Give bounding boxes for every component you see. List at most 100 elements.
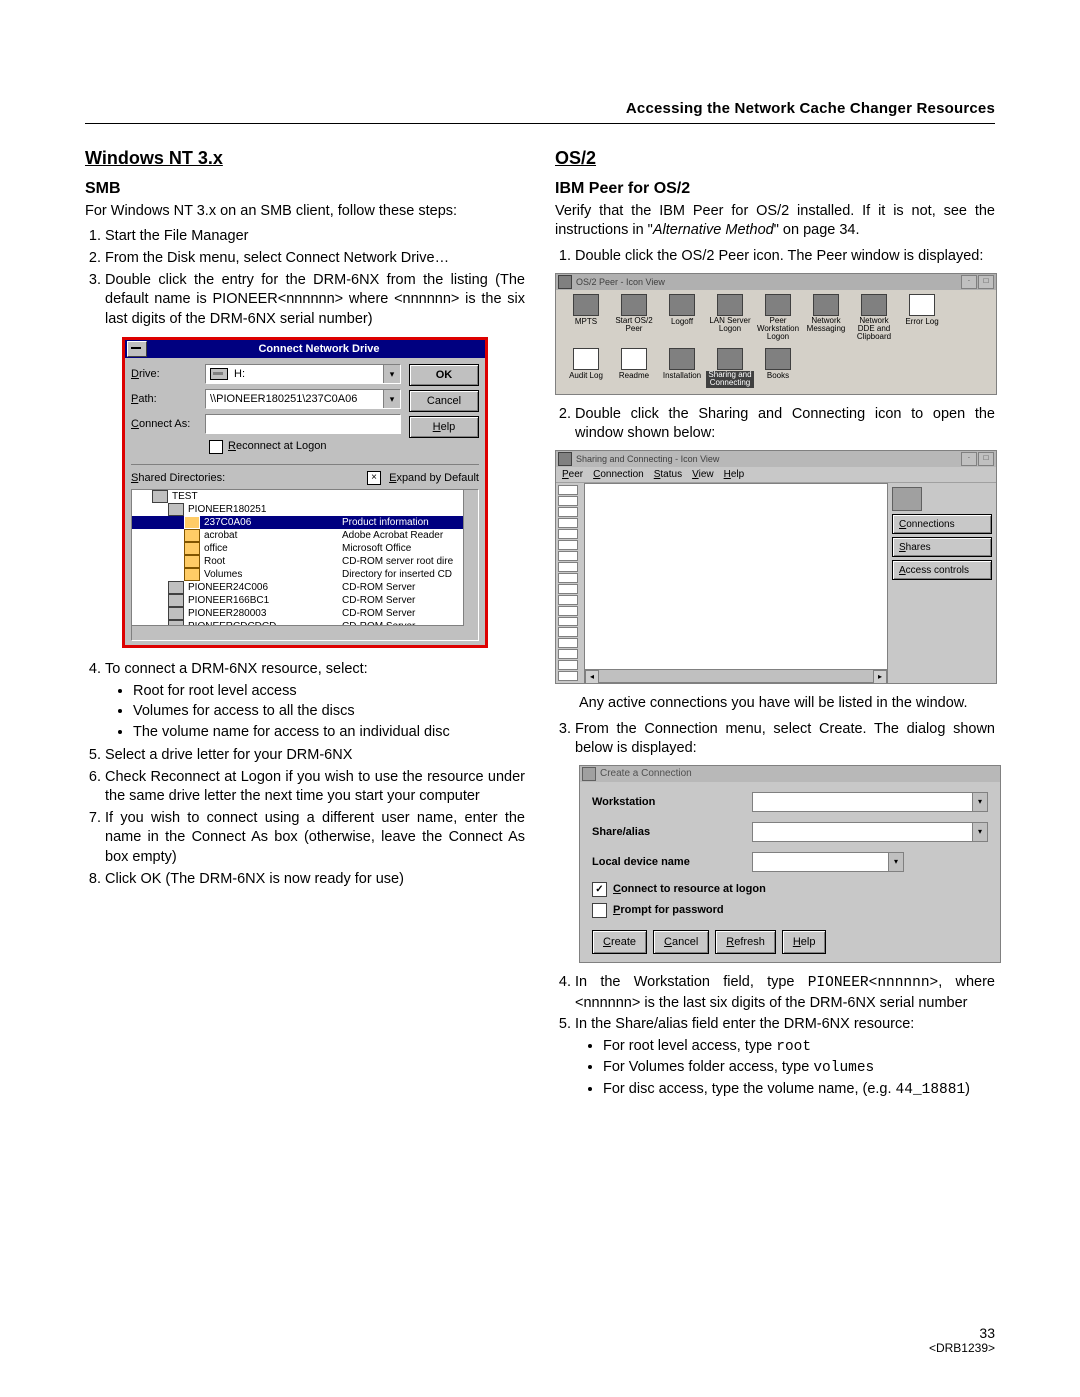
smb-intro: For Windows NT 3.x on an SMB client, fol… [85,202,525,222]
expand-default[interactable]: × Expand by Default [367,471,479,486]
drive-field[interactable]: H: [205,364,401,384]
peer-icon-network-dde-and-clipboard[interactable]: Network DDE and Clipboard [850,294,898,342]
path-field[interactable]: \\PIONEER180251\237C0A06 [205,389,401,409]
connect-at-logon-checkbox[interactable]: ✓ [592,882,607,897]
create-button[interactable]: Create [592,930,647,954]
panel-icon [892,487,922,511]
folder-icon [184,568,200,581]
list-item[interactable]: 237C0A06Product information [132,516,478,529]
system-menu-icon[interactable] [127,341,147,357]
help-button[interactable]: Help [782,930,827,954]
peer-icon-books[interactable]: Books [754,348,802,388]
chevron-down-icon[interactable]: ▾ [972,823,987,841]
scrollbar-vertical[interactable] [463,490,478,640]
refresh-button[interactable]: Refresh [715,930,776,954]
list-item[interactable]: VolumesDirectory for inserted CD [132,568,478,581]
workstation-field[interactable]: ▾ [752,792,988,812]
list-item[interactable]: RootCD-ROM server root dire [132,555,478,568]
peer-icon-network-messaging[interactable]: Network Messaging [802,294,850,342]
chevron-down-icon[interactable]: ▾ [888,853,903,871]
step-7: If you wish to connect using a different… [105,809,525,868]
ok-button[interactable]: OK [409,364,479,386]
cancel-button[interactable]: Cancel [653,930,709,954]
sharing-main-area[interactable]: ◂ ▸ [584,483,888,683]
maximize-icon[interactable]: □ [978,452,994,466]
scroll-left-icon[interactable]: ◂ [585,670,599,684]
list-item[interactable]: PIONEER280003CD-ROM Server [132,607,478,620]
minimize-icon[interactable]: · [961,275,977,289]
step-3: Double click the entry for the DRM-6NX f… [105,271,525,330]
maximize-icon[interactable]: □ [978,275,994,289]
minimize-icon[interactable]: · [961,452,977,466]
peer-icon-readme[interactable]: Readme [610,348,658,388]
window-icon[interactable] [558,275,572,289]
local-device-field[interactable]: ▾ [752,852,904,872]
peer-icon-audit-log[interactable]: Audit Log [562,348,610,388]
chevron-down-icon[interactable]: ▾ [972,793,987,811]
shared-directories-list[interactable]: TESTPIONEER180251237C0A06Product informa… [131,489,479,641]
chevron-down-icon[interactable] [383,390,400,408]
step-4: To connect a DRM-6NX resource, select: R… [105,660,525,742]
after-sharing-text: Any active connections you have will be … [579,694,995,714]
running-header: Accessing the Network Cache Changer Reso… [85,100,995,124]
peer-icon-peer-workstation-logon[interactable]: Peer Workstation Logon [754,294,802,342]
list-item[interactable]: PIONEER180251 [132,503,478,516]
folder-icon [184,542,200,555]
step-6: Check Reconnect at Logon if you wish to … [105,768,525,807]
peer-icon-mpts[interactable]: MPTS [562,294,610,342]
prompt-password-checkbox[interactable] [592,903,607,918]
peer-icon-logoff[interactable]: Logoff [658,294,706,342]
os2-step-1: Double click the OS/2 Peer icon. The Pee… [575,247,995,267]
menu-peer[interactable]: Peer [562,468,583,482]
document-icon [558,551,578,561]
list-item[interactable]: PIONEER24C006CD-ROM Server [132,581,478,594]
cancel-button[interactable]: Cancel [409,390,479,412]
bullet: Volumes for access to all the discs [133,702,525,722]
scrollbar-horizontal[interactable] [132,625,464,640]
help-button[interactable]: Help [409,416,479,438]
menu-help[interactable]: Help [724,468,745,482]
item-desc: CD-ROM Server [342,607,478,621]
menu-status[interactable]: Status [654,468,682,482]
document-icon [558,606,578,616]
peer-icon-error-log[interactable]: Error Log [898,294,946,342]
os2-steps-4: In the Workstation field, type PIONEER<n… [555,973,995,1100]
document-icon [558,671,578,681]
connect-as-field[interactable] [205,414,401,434]
left-column: Windows NT 3.x SMB For Windows NT 3.x on… [85,146,525,1106]
heading-smb: SMB [85,178,525,200]
list-item[interactable]: officeMicrosoft Office [132,542,478,555]
document-icon [558,485,578,495]
menu-view[interactable]: View [692,468,714,482]
scroll-right-icon[interactable]: ▸ [873,670,887,684]
peer-icon-installation[interactable]: Installation [658,348,706,388]
window-icon[interactable] [582,767,596,781]
document-icon [558,627,578,637]
peer-icon-start-os-2-peer[interactable]: Start OS/2 Peer [610,294,658,342]
list-item[interactable]: TEST [132,490,478,503]
peer-icon-lan-server-logon[interactable]: LAN Server Logon [706,294,754,342]
shares-button[interactable]: Shares [892,537,992,557]
smb-steps-a: Start the File Manager From the Disk men… [85,227,525,329]
menu-connection[interactable]: Connection [593,468,644,482]
peer-icon-sharing-and-connecting[interactable]: Sharing and Connecting [706,348,754,388]
icon-label: Readme [619,372,649,380]
scrollbar-horizontal[interactable]: ◂ ▸ [585,669,887,682]
sharing-left-strip [556,483,584,683]
list-item[interactable]: acrobatAdobe Acrobat Reader [132,529,478,542]
chevron-down-icon[interactable] [383,365,400,383]
access-controls-button[interactable]: Access controls [892,560,992,580]
reconnect-checkbox[interactable] [209,440,223,454]
path-value: \\PIONEER180251\237C0A06 [210,392,357,407]
app-icon [573,348,599,370]
connect-as-label: Connect As: [131,417,205,432]
list-item[interactable]: PIONEER166BC1CD-ROM Server [132,594,478,607]
window-icon[interactable] [558,452,572,466]
drive-icon [210,368,228,380]
share-field[interactable]: ▾ [752,822,988,842]
item-name: office [204,542,342,556]
document-icon [558,562,578,572]
heading-ibm-peer: IBM Peer for OS/2 [555,178,995,200]
connections-button[interactable]: Connections [892,514,992,534]
reconnect-label: Reconnect at Logon [228,439,326,454]
